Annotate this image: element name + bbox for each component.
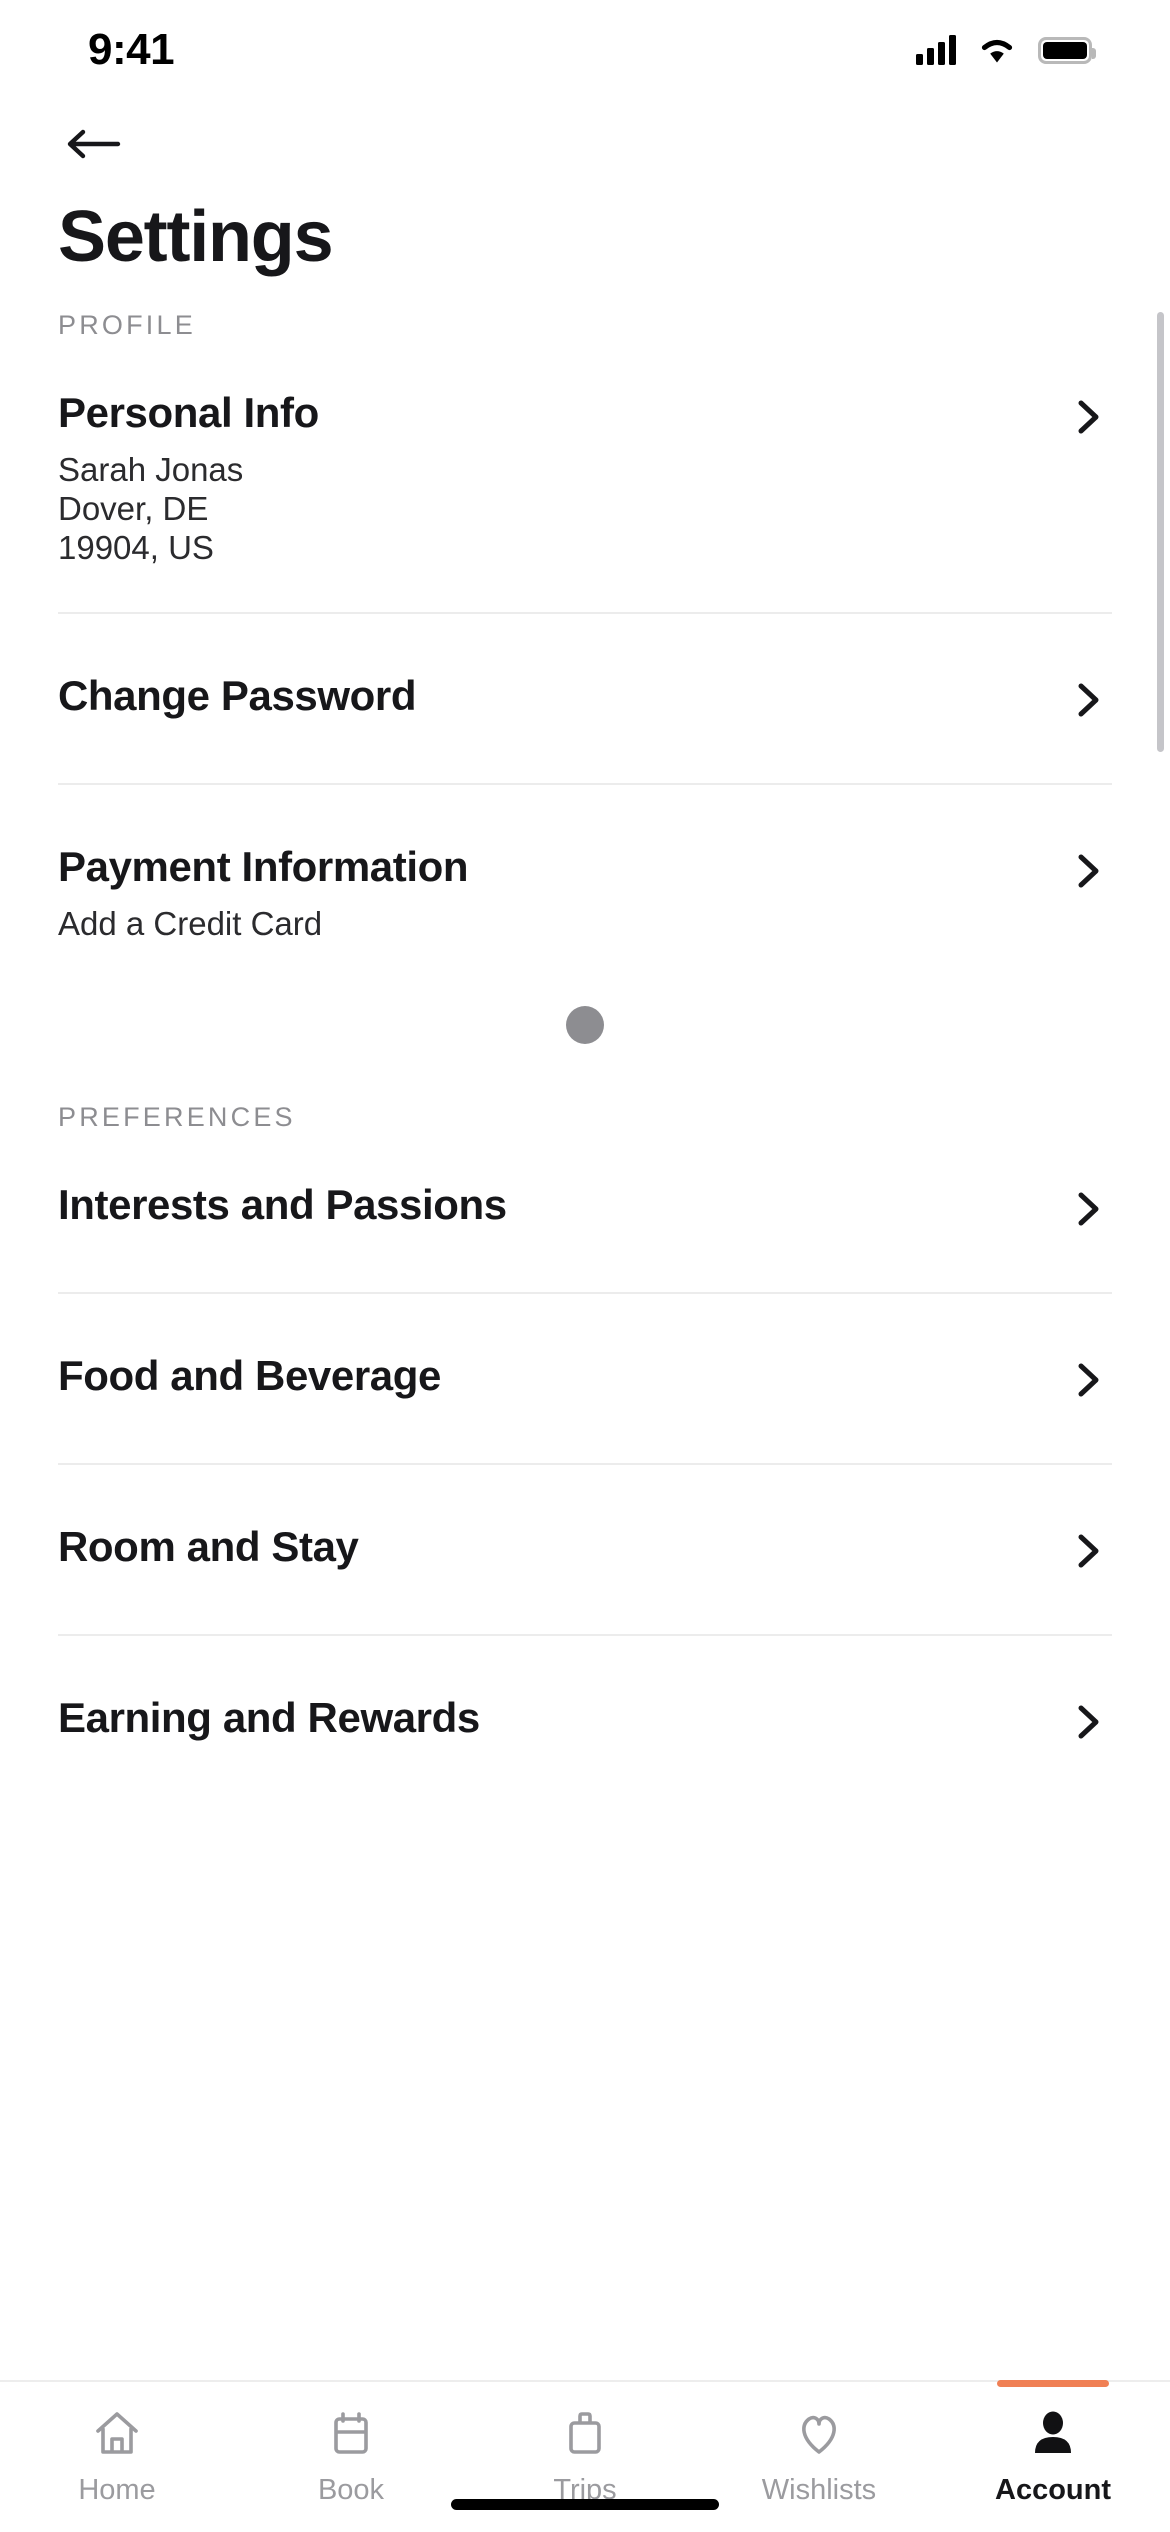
tab-label: Book	[317, 2474, 385, 2506]
home-indicator	[451, 2499, 719, 2510]
nav-bar	[0, 100, 1170, 186]
section-header-profile: PROFILE	[58, 310, 196, 340]
battery-icon	[1038, 36, 1096, 64]
settings-scroll-area[interactable]: PROFILE Personal Info Sarah Jonas Dover,…	[0, 290, 1170, 2385]
row-main: Interests and Passions	[58, 1181, 1072, 1229]
section-separator-dot	[566, 1005, 604, 1044]
row-subtext: Add a Credit Card	[58, 905, 1072, 944]
phone-screen: 9:41 Settings PROFILE Personal Info Sara…	[0, 0, 1170, 2532]
row-title: Personal Info	[58, 389, 319, 436]
row-room-and-stay[interactable]: Room and Stay	[0, 1523, 1170, 1578]
vertical-scrollbar[interactable]	[1157, 312, 1164, 752]
status-icons	[916, 35, 1096, 65]
row-main: Room and Stay	[58, 1523, 1072, 1571]
chevron-right-icon[interactable]	[1072, 1523, 1112, 1578]
divider	[58, 1462, 1112, 1465]
page-title: Settings	[58, 197, 334, 277]
tab-account[interactable]: Account	[936, 2380, 1170, 2532]
heart-icon	[791, 2404, 847, 2462]
row-title: Earning and Rewards	[58, 1693, 480, 1741]
status-bar: 9:41	[0, 0, 1170, 100]
status-time: 9:41	[88, 25, 175, 74]
row-main: Payment Information Add a Credit Card	[58, 843, 1072, 944]
subtext-line: Dover, DE	[58, 489, 209, 527]
row-main: Earning and Rewards	[58, 1694, 1072, 1742]
house-icon	[89, 2404, 145, 2462]
arrow-left-icon	[67, 129, 121, 159]
row-main: Personal Info Sarah Jonas Dover, DE 1990…	[58, 389, 1072, 568]
row-title: Interests and Passions	[58, 1180, 507, 1228]
person-icon	[1025, 2404, 1081, 2462]
row-title: Change Password	[58, 671, 417, 719]
suitcase-icon	[557, 2404, 613, 2462]
signal-bars-icon	[916, 35, 956, 65]
row-title: Food and Beverage	[58, 1351, 441, 1399]
divider	[58, 611, 1112, 614]
tab-wishlists[interactable]: Wishlists	[702, 2382, 936, 2532]
row-food-and-beverage[interactable]: Food and Beverage	[0, 1352, 1170, 1407]
active-tab-indicator	[997, 2380, 1109, 2387]
row-personal-info[interactable]: Personal Info Sarah Jonas Dover, DE 1990…	[0, 389, 1170, 568]
divider	[58, 1633, 1112, 1636]
back-button[interactable]	[58, 114, 130, 174]
tab-home[interactable]: Home	[0, 2382, 234, 2532]
row-subtext: Sarah Jonas Dover, DE 19904, US	[58, 451, 1072, 568]
row-main: Food and Beverage	[58, 1352, 1072, 1400]
subtext-line: Add a Credit Card	[58, 904, 323, 942]
chevron-right-icon[interactable]	[1072, 672, 1112, 727]
tab-label: Home	[78, 2474, 156, 2506]
subtext-line: Sarah Jonas	[58, 451, 244, 488]
subtext-line: 19904, US	[58, 528, 214, 566]
row-interests-and-passions[interactable]: Interests and Passions	[0, 1181, 1170, 1236]
row-earning-and-rewards[interactable]: Earning and Rewards	[0, 1694, 1170, 1749]
section-header-preferences: PREFERENCES	[58, 1101, 296, 1132]
row-main: Change Password	[58, 672, 1072, 720]
wifi-icon	[978, 36, 1016, 64]
divider	[58, 782, 1112, 785]
tab-book[interactable]: Book	[234, 2382, 468, 2532]
chevron-right-icon[interactable]	[1072, 1352, 1112, 1407]
tab-label: Wishlists	[761, 2474, 877, 2506]
row-payment-information[interactable]: Payment Information Add a Credit Card	[0, 843, 1170, 944]
row-title: Payment Information	[58, 842, 469, 890]
chevron-right-icon[interactable]	[1072, 843, 1112, 898]
chevron-right-icon[interactable]	[1072, 1694, 1112, 1749]
row-title: Room and Stay	[58, 1522, 359, 1570]
chevron-right-icon[interactable]	[1072, 389, 1112, 444]
calendar-icon	[323, 2404, 379, 2462]
row-change-password[interactable]: Change Password	[0, 672, 1170, 727]
divider	[58, 1291, 1112, 1294]
chevron-right-icon[interactable]	[1072, 1181, 1112, 1236]
tab-label: Account	[995, 2474, 1111, 2506]
